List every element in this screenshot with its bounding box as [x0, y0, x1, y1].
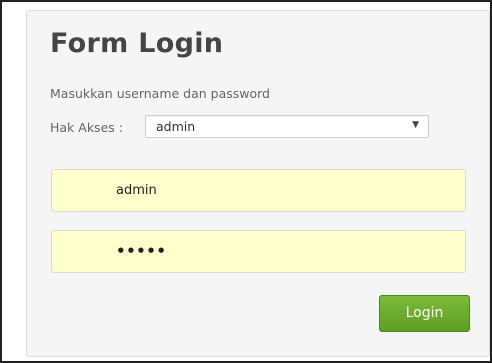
form-subtitle: Masukkan username dan password — [50, 86, 270, 101]
window-frame: Form Login Masukkan username dan passwor… — [0, 0, 492, 363]
access-level-selected: admin — [156, 119, 196, 134]
login-panel: Form Login Masukkan username dan passwor… — [26, 10, 490, 357]
password-value: ••••• — [116, 242, 167, 260]
password-input[interactable]: ••••• — [51, 230, 466, 273]
form-title: Form Login — [50, 28, 224, 59]
triangle-down-icon: ▼ — [412, 120, 419, 130]
access-level-label: Hak Akses : — [50, 120, 123, 135]
username-input[interactable]: admin — [51, 169, 466, 212]
login-button[interactable]: Login — [379, 295, 470, 332]
access-level-select[interactable]: admin ▼ — [145, 115, 429, 138]
username-value: admin — [116, 183, 157, 198]
